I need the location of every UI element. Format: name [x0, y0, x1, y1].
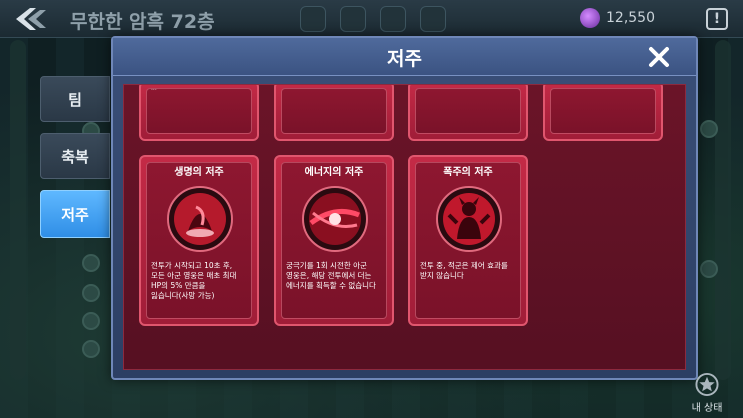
curse-description: 전투가 시작되고 10초 후, 모든 아군 영웅은 매초 최대 HP의 5% 만… — [151, 261, 237, 301]
top-icon-row — [300, 6, 446, 32]
background-node — [82, 312, 100, 330]
curse-list-panel[interactable]: ... 생명의 저주 전투가 시작되고 10초 후, 모든 아군 영웅은 매초 … — [123, 84, 686, 370]
curse-card-life[interactable]: 생명의 저주 전투가 시작되고 10초 후, 모든 아군 영웅은 매초 최대 H… — [139, 155, 259, 326]
alert-button[interactable]: ! — [706, 8, 728, 30]
curse-description: 궁극기를 1회 시전한 아군 영웅은, 해당 전투에서 더는 에너지를 획득할 … — [286, 261, 376, 291]
back-arrow-icon — [16, 8, 46, 30]
star-badge-icon — [695, 372, 719, 397]
curse-name: 폭주의 저주 — [443, 167, 493, 178]
close-button[interactable] — [644, 42, 674, 72]
curse-name: 생명의 저주 — [174, 167, 224, 178]
stage-icon[interactable] — [420, 6, 446, 32]
tab-curse[interactable]: 저주 — [40, 190, 110, 238]
dialog-title: 저주 — [387, 48, 422, 70]
curse-card-partial[interactable]: ... — [139, 85, 259, 141]
tab-team[interactable]: 팀 — [40, 76, 110, 122]
partial-card-text: ... — [151, 85, 157, 92]
back-button[interactable] — [8, 4, 56, 34]
my-status-label: 내 상태 — [691, 403, 723, 414]
curse-dialog: 저주 ... 생명의 저주 전투가 시작되고 10초 후, 모든 아군 영웅은 … — [111, 36, 698, 380]
life-curse-icon — [167, 186, 233, 252]
background-node — [82, 254, 100, 272]
floor-title: 무한한 암흑 72층 — [70, 11, 215, 33]
background-node — [700, 260, 718, 278]
rampage-curse-icon — [436, 186, 502, 252]
tab-blessing[interactable]: 축복 — [40, 133, 110, 179]
dialog-header: 저주 — [113, 38, 696, 76]
my-status-button[interactable]: 내 상태 — [684, 372, 730, 414]
dark-orb-icon — [580, 8, 600, 28]
curse-card-partial[interactable] — [408, 85, 528, 141]
curse-card-partial[interactable] — [543, 85, 663, 141]
curse-card-rampage[interactable]: 폭주의 저주 전투 중, 적군은 제어 효과를 받지 않습니다 — [408, 155, 528, 326]
background-node — [82, 340, 100, 358]
stage-icon[interactable] — [300, 6, 326, 32]
stage-icon[interactable] — [380, 6, 406, 32]
top-bar: 무한한 암흑 72층 12,550 ! — [0, 0, 743, 38]
currency-display: 12,550 — [580, 8, 655, 28]
background-pillar — [715, 40, 731, 380]
curse-card-partial[interactable] — [274, 85, 394, 141]
close-icon — [649, 47, 669, 67]
background-pillar — [10, 40, 26, 380]
curse-name: 에너지의 저주 — [304, 167, 364, 178]
curse-description: 전투 중, 적군은 제어 효과를 받지 않습니다 — [420, 261, 508, 281]
stage-icon[interactable] — [340, 6, 366, 32]
curse-card-energy[interactable]: 에너지의 저주 궁극기를 1회 시전한 아군 영웅은, 해당 전투에서 더는 에… — [274, 155, 394, 326]
currency-value: 12,550 — [606, 10, 655, 26]
background-node — [82, 284, 100, 302]
energy-curse-icon — [302, 186, 368, 252]
background-node — [700, 120, 718, 138]
